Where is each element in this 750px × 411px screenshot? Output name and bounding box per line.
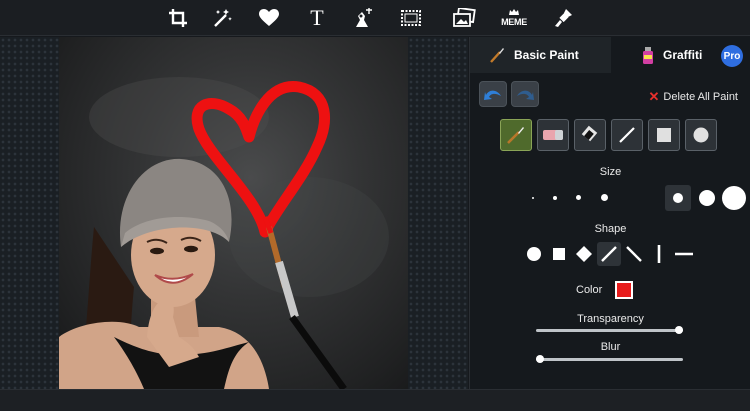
paint-tabs: Basic Paint Graffiti Pro xyxy=(470,37,750,73)
shape-square[interactable] xyxy=(547,242,571,266)
spray-can-icon xyxy=(643,47,653,64)
delete-all-label: Delete All Paint xyxy=(663,91,738,103)
size-option[interactable] xyxy=(673,193,683,203)
redo-icon xyxy=(517,90,534,100)
size-option[interactable] xyxy=(601,194,608,201)
photo-editor: T MEME Basic Paint Graffiti Pro ✕ Delete… xyxy=(0,0,750,411)
crop-icon[interactable] xyxy=(163,4,193,32)
circle-icon xyxy=(693,127,709,143)
brush-tool-button[interactable] xyxy=(500,119,532,151)
tab-graffiti-label: Graffiti xyxy=(663,48,703,62)
line-tool-button[interactable] xyxy=(611,119,643,151)
shape-picker xyxy=(522,242,702,266)
delete-all-paint-button[interactable]: ✕ Delete All Paint xyxy=(648,89,738,105)
shape-diagonal-left[interactable] xyxy=(622,242,646,266)
top-toolbar: T MEME xyxy=(0,0,750,36)
pro-badge: Pro xyxy=(721,45,743,67)
transparency-slider-knob[interactable] xyxy=(675,326,683,334)
blur-slider-knob[interactable] xyxy=(536,355,544,363)
transparency-slider[interactable] xyxy=(536,326,683,334)
fill-tool-button[interactable] xyxy=(574,119,606,151)
magic-wand-icon[interactable] xyxy=(207,4,237,32)
eraser-tool-button[interactable] xyxy=(537,119,569,151)
size-label: Size xyxy=(599,166,622,178)
color-picker-row: Color xyxy=(470,281,750,301)
blur-slider[interactable] xyxy=(536,355,683,363)
size-option[interactable] xyxy=(699,190,715,206)
meme-label: MEME xyxy=(501,16,527,27)
redo-button[interactable] xyxy=(511,81,539,107)
size-option[interactable] xyxy=(553,196,557,200)
tab-basic-paint-label: Basic Paint xyxy=(514,48,579,62)
undo-icon xyxy=(484,90,501,100)
text-tool-label: T xyxy=(310,5,324,30)
shape-horizontal[interactable] xyxy=(672,242,696,266)
paint-panel: Basic Paint Graffiti Pro ✕ Delete All Pa… xyxy=(469,37,750,389)
fill-icon xyxy=(581,125,598,142)
close-icon: ✕ xyxy=(648,89,660,104)
photo-canvas[interactable] xyxy=(59,37,408,389)
shape-diamond[interactable] xyxy=(572,242,596,266)
text-icon[interactable]: T xyxy=(302,4,332,32)
size-option[interactable] xyxy=(576,195,581,200)
shape-circle[interactable] xyxy=(522,242,546,266)
meme-icon[interactable]: MEME xyxy=(497,4,531,32)
tab-basic-paint[interactable]: Basic Paint xyxy=(470,37,611,73)
line-icon xyxy=(619,127,635,143)
distort-icon[interactable] xyxy=(348,4,378,32)
transparency-label: Transparency xyxy=(577,313,644,325)
color-label: Color xyxy=(576,284,603,296)
size-option[interactable] xyxy=(532,197,534,199)
size-option[interactable] xyxy=(722,186,746,210)
canvas-workspace xyxy=(0,37,468,389)
blur-label: Blur xyxy=(600,341,621,353)
photo-image xyxy=(59,77,389,389)
heart-icon[interactable] xyxy=(254,4,284,32)
shape-vertical[interactable] xyxy=(647,242,671,266)
photos-icon[interactable] xyxy=(449,4,479,32)
brush-icon xyxy=(507,127,524,144)
square-tool-button[interactable] xyxy=(648,119,680,151)
circle-tool-button[interactable] xyxy=(685,119,717,151)
bottom-bar xyxy=(0,389,750,411)
shape-label: Shape xyxy=(594,223,627,235)
size-picker xyxy=(520,185,746,211)
paint-brush-icon[interactable] xyxy=(548,4,578,32)
color-swatch[interactable] xyxy=(615,281,633,299)
tab-graffiti[interactable]: Graffiti Pro xyxy=(611,37,750,73)
eraser-icon xyxy=(543,130,563,140)
undo-button[interactable] xyxy=(479,81,507,107)
brush-icon xyxy=(490,48,504,63)
frame-icon[interactable] xyxy=(396,4,426,32)
shape-diagonal-right[interactable] xyxy=(597,242,621,266)
square-icon xyxy=(657,128,671,142)
